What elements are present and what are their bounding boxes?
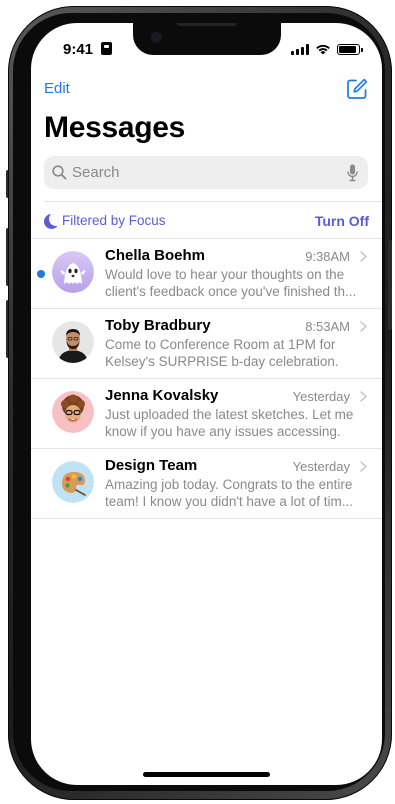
chevron-right-icon	[360, 251, 367, 262]
chevron-right-icon	[360, 461, 367, 472]
chevron-right-icon	[360, 391, 367, 402]
screen: 9:41 Edit Messages Search Filtered by Fo…	[31, 23, 382, 785]
search-input[interactable]	[72, 156, 342, 189]
microphone-icon[interactable]	[347, 164, 358, 182]
message-preview: Amazing job today. Congrats to the entir…	[105, 477, 353, 509]
notch	[133, 23, 281, 55]
turn-off-button[interactable]: Turn Off	[315, 213, 369, 229]
focus-filter-label: Filtered by Focus	[62, 213, 166, 228]
focus-status-icon	[101, 42, 112, 55]
message-preview: Would love to hear your thoughts on the …	[105, 267, 357, 299]
wifi-icon	[316, 44, 330, 55]
contact-name: Jenna Kovalsky	[105, 387, 219, 404]
ghost-memoji-avatar	[52, 251, 94, 293]
message-time: 9:38AM	[305, 249, 350, 264]
message-time: Yesterday	[292, 459, 350, 474]
chevron-right-icon	[360, 321, 367, 332]
focus-moon-icon	[44, 214, 59, 229]
compose-icon[interactable]	[346, 78, 368, 100]
divider	[44, 201, 382, 202]
message-time: Yesterday	[292, 389, 350, 404]
speaker-grille	[177, 23, 237, 26]
battery-icon	[337, 43, 363, 55]
search-bar[interactable]	[44, 156, 368, 189]
conversation-list: Chella Boehm 9:38AM Would love to hear y…	[31, 238, 382, 519]
contact-name: Chella Boehm	[105, 247, 206, 264]
device-stage: 9:41 Edit Messages Search Filtered by Fo…	[0, 0, 395, 804]
conversation-row[interactable]: Toby Bradbury 8:53AM Come to Conference …	[31, 308, 382, 378]
search-icon	[52, 165, 67, 180]
unread-indicator	[37, 270, 45, 278]
photo-avatar	[52, 321, 94, 363]
focus-filter-bar: Filtered by Focus Turn Off	[44, 212, 369, 232]
cellular-signal-icon	[291, 43, 309, 55]
message-preview: Just uploaded the latest sketches. Let m…	[105, 407, 354, 439]
memoji-avatar	[52, 391, 94, 433]
status-time: 9:41	[63, 41, 94, 58]
conversation-row[interactable]: Chella Boehm 9:38AM Would love to hear y…	[31, 238, 382, 308]
side-button	[388, 240, 392, 330]
palette-avatar	[52, 461, 94, 503]
edit-button[interactable]: Edit	[44, 80, 70, 97]
home-indicator[interactable]	[143, 772, 270, 777]
message-time: 8:53AM	[305, 319, 350, 334]
conversation-row[interactable]: Jenna Kovalsky Yesterday Just uploaded t…	[31, 378, 382, 448]
contact-name: Design Team	[105, 457, 198, 474]
page-title: Messages	[44, 111, 186, 144]
conversation-row[interactable]: Design Team Yesterday Amazing job today.…	[31, 448, 382, 519]
front-camera	[151, 32, 162, 43]
status-icons	[291, 43, 363, 55]
contact-name: Toby Bradbury	[105, 317, 211, 334]
message-preview: Come to Conference Room at 1PM for Kelse…	[105, 337, 339, 369]
